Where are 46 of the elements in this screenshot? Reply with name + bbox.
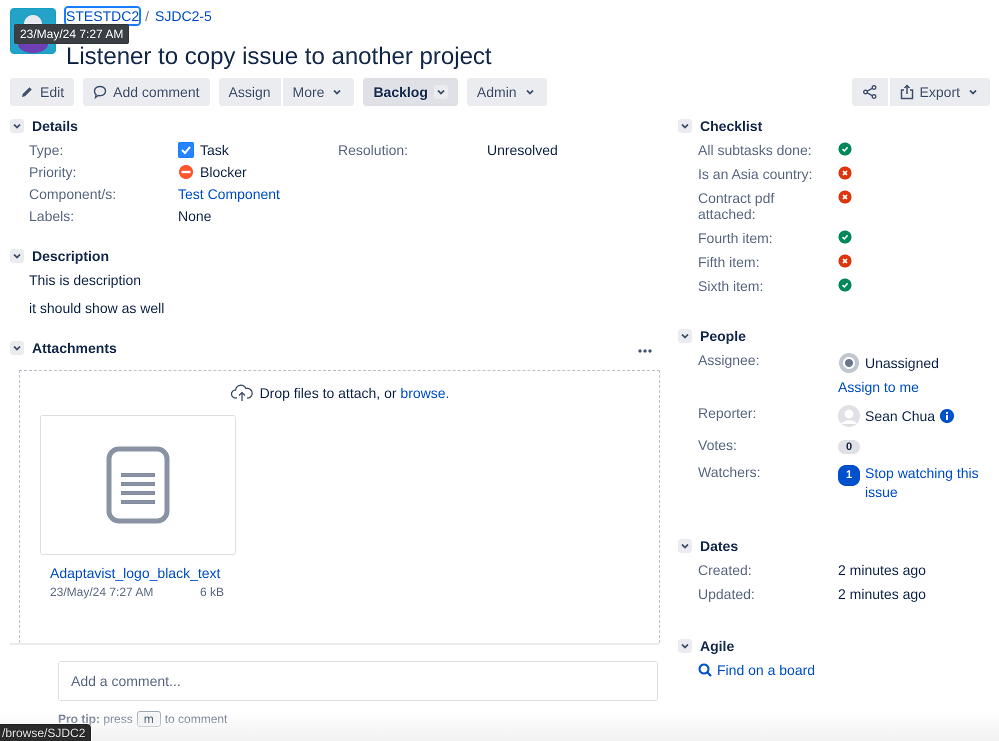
pro-tip-text: to comment <box>164 712 228 726</box>
attachment-size: 6 kB <box>200 585 224 599</box>
field-value: Task <box>200 142 229 158</box>
field-value: None <box>178 208 212 224</box>
section-heading: Agile <box>700 638 734 654</box>
field-label: Priority: <box>29 164 78 180</box>
field-label: Updated: <box>698 586 756 602</box>
field-label: Reporter: <box>698 405 758 423</box>
field-label: Resolution: <box>338 142 410 158</box>
section-heading: Attachments <box>32 340 117 356</box>
drop-text: Drop files to attach, or browse. <box>260 385 450 401</box>
checklist-label: Contract pdf attached: <box>698 190 776 222</box>
vote-count: 0 <box>838 440 860 454</box>
checklist-label: Is an Asia country: <box>698 166 814 182</box>
attachment-date: 23/May/24 7:27 AM <box>50 585 154 599</box>
field-label: Watchers: <box>698 464 762 482</box>
field-value: 2 minutes ago <box>838 586 927 602</box>
keyboard-key: m <box>136 711 161 727</box>
field-label: Type: <box>29 142 64 158</box>
field-label: Assignee: <box>698 352 760 370</box>
description-text: it should show as well <box>29 300 166 316</box>
field-label: Component/s: <box>29 186 118 202</box>
description-text: This is description <box>29 272 142 288</box>
watcher-count: 1 <box>838 465 860 486</box>
tooltip: 23/May/24 7:27 AM <box>14 24 130 44</box>
separator: / <box>145 8 150 24</box>
field-value: 2 minutes ago <box>838 562 927 578</box>
checklist-label: Sixth item: <box>698 278 764 294</box>
section-heading: Details <box>32 118 78 134</box>
field-value: Sean Chua <box>865 408 936 424</box>
field-label: Votes: <box>698 437 738 454</box>
section-heading: Dates <box>700 538 738 554</box>
field-value: Unassigned <box>865 355 939 371</box>
field-label: Created: <box>698 562 753 578</box>
status-url: /browse/SJDC2 <box>0 724 92 741</box>
checklist-label: Fourth item: <box>698 230 774 246</box>
section-heading: People <box>700 328 746 344</box>
field-label: Labels: <box>29 208 76 224</box>
pro-tip-text: Pro tip: press <box>58 712 133 726</box>
checklist-label: Fifth item: <box>698 254 760 270</box>
checklist-label: All subtasks done: <box>698 142 813 158</box>
section-heading: Description <box>32 248 110 264</box>
field-value: Blocker <box>200 164 247 180</box>
issue-title: Listener to copy issue to another project <box>66 45 492 69</box>
field-value: Unresolved <box>487 142 559 158</box>
section-heading: Checklist <box>700 118 762 134</box>
